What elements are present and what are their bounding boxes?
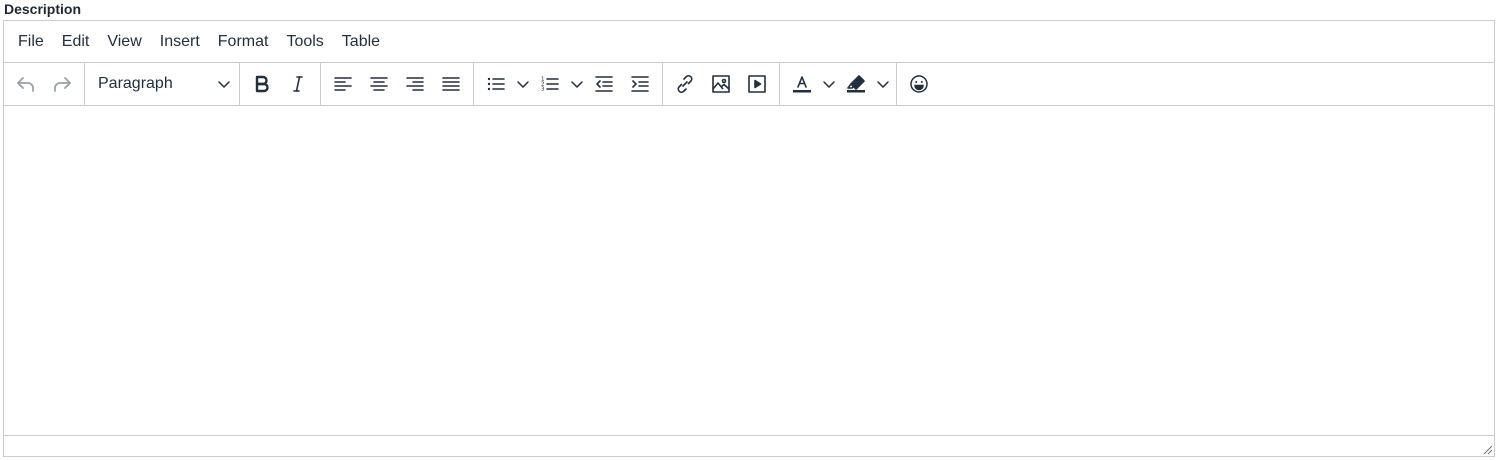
chevron-down-icon (823, 81, 835, 88)
undo-button[interactable] (9, 67, 43, 101)
block-format-group: Paragraph (85, 62, 240, 106)
highlight-color-split (838, 67, 892, 101)
block-format-value: Paragraph (98, 75, 173, 92)
toolbar: Paragraph 1 2 3 (4, 62, 1494, 106)
rich-text-editor: File Edit View Insert Format Tools Table (3, 20, 1495, 457)
italic-icon (293, 76, 303, 92)
numbered-list-dropdown[interactable] (568, 67, 586, 101)
menu-view[interactable]: View (98, 27, 150, 57)
align-center-button[interactable] (362, 67, 396, 101)
text-color-dropdown[interactable] (820, 67, 838, 101)
bullet-list-split (478, 67, 532, 101)
menu-tools[interactable]: Tools (277, 27, 332, 57)
numbered-list-icon: 1 2 3 (541, 77, 559, 93)
menu-edit[interactable]: Edit (53, 27, 99, 57)
numbered-list-split: 1 2 3 (532, 67, 586, 101)
align-left-icon (334, 77, 352, 91)
bullet-list-button[interactable] (479, 67, 513, 101)
align-justify-button[interactable] (434, 67, 468, 101)
menubar: File Edit View Insert Format Tools Table (4, 21, 1494, 63)
align-left-button[interactable] (326, 67, 360, 101)
text-color-split (784, 67, 838, 101)
history-group (4, 62, 85, 106)
emoji-group (897, 63, 941, 106)
emoji-button[interactable] (902, 67, 936, 101)
outdent-button[interactable] (587, 67, 621, 101)
list-group: 1 2 3 (474, 62, 663, 106)
menu-insert[interactable]: Insert (151, 27, 209, 57)
align-right-icon (406, 77, 424, 91)
chevron-down-icon (571, 81, 583, 88)
svg-text:3: 3 (541, 87, 545, 93)
chevron-down-icon (877, 81, 889, 88)
outdent-icon (595, 76, 613, 92)
highlight-color-dropdown[interactable] (874, 67, 892, 101)
text-color-icon (793, 76, 811, 93)
highlighter-icon (847, 75, 865, 93)
align-center-icon (370, 77, 388, 91)
block-format-select[interactable]: Paragraph (89, 67, 235, 101)
resize-handle-icon[interactable] (1482, 444, 1492, 454)
bullet-list-dropdown[interactable] (514, 67, 532, 101)
numbered-list-button[interactable]: 1 2 3 (533, 67, 567, 101)
field-label: Description (4, 1, 82, 17)
statusbar (4, 435, 1494, 456)
chevron-down-icon (218, 81, 230, 88)
bullet-list-icon (487, 77, 505, 91)
redo-icon (54, 77, 71, 92)
highlight-color-button[interactable] (839, 67, 873, 101)
text-style-group (240, 62, 321, 106)
color-group (780, 62, 897, 106)
bold-icon (255, 75, 269, 93)
text-color-button[interactable] (785, 67, 819, 101)
undo-icon (17, 77, 34, 92)
indent-icon (631, 76, 649, 92)
align-right-button[interactable] (398, 67, 432, 101)
emoji-icon (910, 75, 928, 93)
bold-button[interactable] (245, 67, 279, 101)
link-button[interactable] (668, 67, 702, 101)
align-justify-icon (442, 77, 460, 91)
insert-group (663, 62, 780, 106)
chevron-down-icon (517, 81, 529, 88)
menu-file[interactable]: File (9, 27, 53, 57)
link-icon (677, 75, 693, 93)
alignment-group (321, 62, 474, 106)
indent-button[interactable] (623, 67, 657, 101)
menu-table[interactable]: Table (333, 27, 389, 57)
media-button[interactable] (740, 67, 774, 101)
italic-button[interactable] (281, 67, 315, 101)
menu-format[interactable]: Format (209, 27, 278, 57)
media-icon (748, 75, 766, 93)
editor-content-area[interactable] (4, 107, 1494, 436)
image-button[interactable] (704, 67, 738, 101)
image-icon (712, 75, 730, 93)
redo-button[interactable] (45, 67, 79, 101)
